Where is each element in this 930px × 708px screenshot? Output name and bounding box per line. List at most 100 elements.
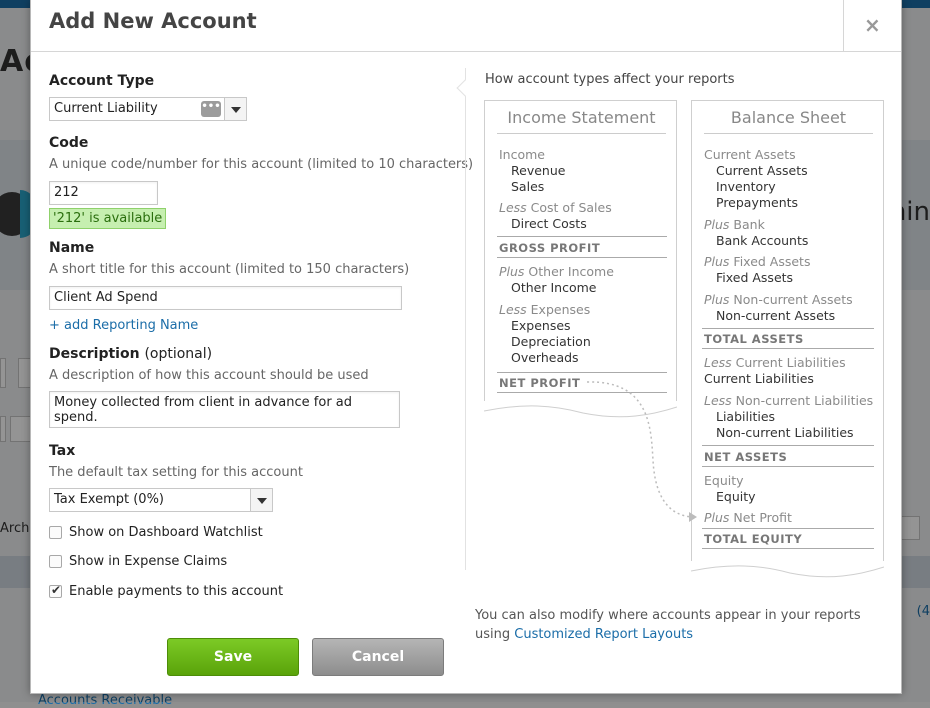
torn-edge [691, 561, 884, 578]
plus-text: Plus [704, 217, 730, 232]
equity-item: Equity [716, 489, 756, 504]
net-profit-group: Plus Net Profit [704, 510, 792, 525]
balance-sheet-heading: Balance Sheet [704, 108, 873, 134]
more-options-icon[interactable]: ••• [201, 101, 221, 117]
name-hint: A short title for this account (limited … [49, 262, 410, 277]
gross-profit-row: GROSS PROFIT [499, 241, 601, 255]
less-text: Less [704, 355, 732, 370]
expense-claims-label[interactable]: Show in Expense Claims [69, 554, 227, 569]
prepayments-item: Prepayments [716, 195, 799, 210]
overheads-item: Overheads [511, 350, 579, 365]
noncurrent-liabilities-group: Less Non-current Liabilities [704, 393, 873, 408]
expenses-item: Expenses [511, 318, 571, 333]
description-label: Description (optional) [49, 346, 212, 362]
divider [702, 348, 874, 349]
close-icon: × [864, 13, 881, 37]
income-statement-card: Income Statement Income Revenue Sales Le… [484, 100, 677, 418]
current-assets-item: Current Assets [716, 163, 808, 178]
code-label: Code [49, 135, 89, 151]
total-assets-row: TOTAL ASSETS [704, 332, 804, 346]
account-type-select[interactable]: Current Liability ••• [49, 97, 247, 121]
sales-item: Sales [511, 179, 545, 194]
expenses-group-text: Expenses [526, 302, 591, 317]
name-label: Name [49, 240, 95, 256]
noncurrent-assets-group: Plus Non-current Assets [704, 292, 853, 307]
panel-title: How account types affect your reports [485, 72, 735, 87]
divider [497, 236, 667, 237]
revenue-item: Revenue [511, 163, 566, 178]
tax-select[interactable]: Tax Exempt (0%) [49, 488, 273, 512]
chevron-down-icon[interactable] [250, 489, 272, 511]
divider [702, 528, 874, 529]
bank-group-text: Bank [729, 217, 765, 232]
code-availability-badge: '212' is available [49, 208, 167, 229]
cancel-button[interactable]: Cancel [312, 638, 444, 676]
current-liabilities-item: Current Liabilities [704, 371, 814, 386]
enable-payments-checkbox[interactable] [49, 583, 62, 598]
direct-costs-item: Direct Costs [511, 216, 587, 231]
chevron-down-icon[interactable] [224, 98, 246, 120]
current-liabilities-group-text: Current Liabilities [731, 355, 846, 370]
plus-text: Plus [704, 292, 730, 307]
less-text: Less [499, 302, 527, 317]
net-profit-group-text: Net Profit [729, 510, 792, 525]
bank-accounts-item: Bank Accounts [716, 233, 809, 248]
tax-hint: The default tax setting for this account [49, 465, 303, 480]
divider [702, 548, 874, 549]
panel-pointer [456, 79, 474, 97]
account-type-value: Current Liability [54, 101, 158, 116]
dialog-title: Add New Account [49, 9, 257, 33]
save-button[interactable]: Save [167, 638, 299, 676]
net-assets-row: NET ASSETS [704, 450, 788, 464]
cost-of-sales-text: Cost of Sales [526, 200, 612, 215]
net-profit-flow-arrow-icon [586, 381, 697, 522]
balance-sheet-card: Balance Sheet Current Assets Current Ass… [691, 100, 884, 578]
dashboard-watchlist-checkbox[interactable] [49, 526, 62, 539]
report-layout-note: You can also modify where accounts appea… [475, 606, 875, 644]
description-hint: A description of how this account should… [49, 368, 369, 383]
close-button[interactable]: × [843, 0, 901, 52]
description-label-text: Description [49, 346, 140, 362]
customized-report-layouts-link[interactable]: Customized Report Layouts [514, 627, 693, 642]
current-liabilities-group: Less Current Liabilities [704, 355, 846, 370]
noncurrent-liabilities-item: Non-current Liabilities [716, 425, 854, 440]
cost-of-sales-group: Less Cost of Sales [499, 200, 612, 215]
income-statement-heading: Income Statement [497, 108, 666, 134]
fixed-assets-group-text: Fixed Assets [729, 254, 811, 269]
description-textarea[interactable]: Money collected from client in advance f… [49, 391, 400, 428]
noncurrent-liabilities-group-text: Non-current Liabilities [731, 393, 874, 408]
divider [497, 257, 667, 258]
code-hint: A unique code/number for this account (l… [49, 157, 474, 172]
total-equity-row: TOTAL EQUITY [704, 532, 803, 546]
fixed-assets-item: Fixed Assets [716, 270, 794, 285]
tax-value: Tax Exempt (0%) [54, 492, 164, 507]
add-reporting-name-link[interactable]: + add Reporting Name [49, 318, 198, 333]
description-optional-text: (optional) [144, 346, 213, 362]
dialog-header: Add New Account × [31, 0, 901, 52]
plus-text: Plus [704, 254, 730, 269]
current-assets-group: Current Assets [704, 147, 796, 162]
name-input[interactable]: Client Ad Spend [49, 286, 402, 310]
plus-text: Plus [499, 264, 525, 279]
liabilities-item: Liabilities [716, 409, 776, 424]
noncurrent-assets-group-text: Non-current Assets [729, 292, 853, 307]
depreciation-item: Depreciation [511, 334, 591, 349]
enable-payments-label[interactable]: Enable payments to this account [69, 584, 283, 599]
divider [702, 445, 874, 446]
fixed-assets-group: Plus Fixed Assets [704, 254, 810, 269]
inventory-item: Inventory [716, 179, 776, 194]
add-account-dialog: Add New Account × Account Type Current L… [30, 0, 902, 694]
divider [702, 466, 874, 467]
divider [702, 328, 874, 329]
income-group: Income [499, 147, 545, 162]
noncurrent-assets-item: Non-current Assets [716, 308, 836, 323]
other-income-group: Plus Other Income [499, 264, 614, 279]
dashboard-watchlist-label[interactable]: Show on Dashboard Watchlist [69, 525, 263, 540]
account-type-label: Account Type [49, 73, 155, 89]
less-text: Less [499, 200, 527, 215]
other-income-item: Other Income [511, 280, 597, 295]
expense-claims-checkbox[interactable] [49, 555, 62, 568]
code-input[interactable]: 212 [49, 181, 158, 205]
bank-group: Plus Bank [704, 217, 765, 232]
tax-label: Tax [49, 443, 76, 459]
